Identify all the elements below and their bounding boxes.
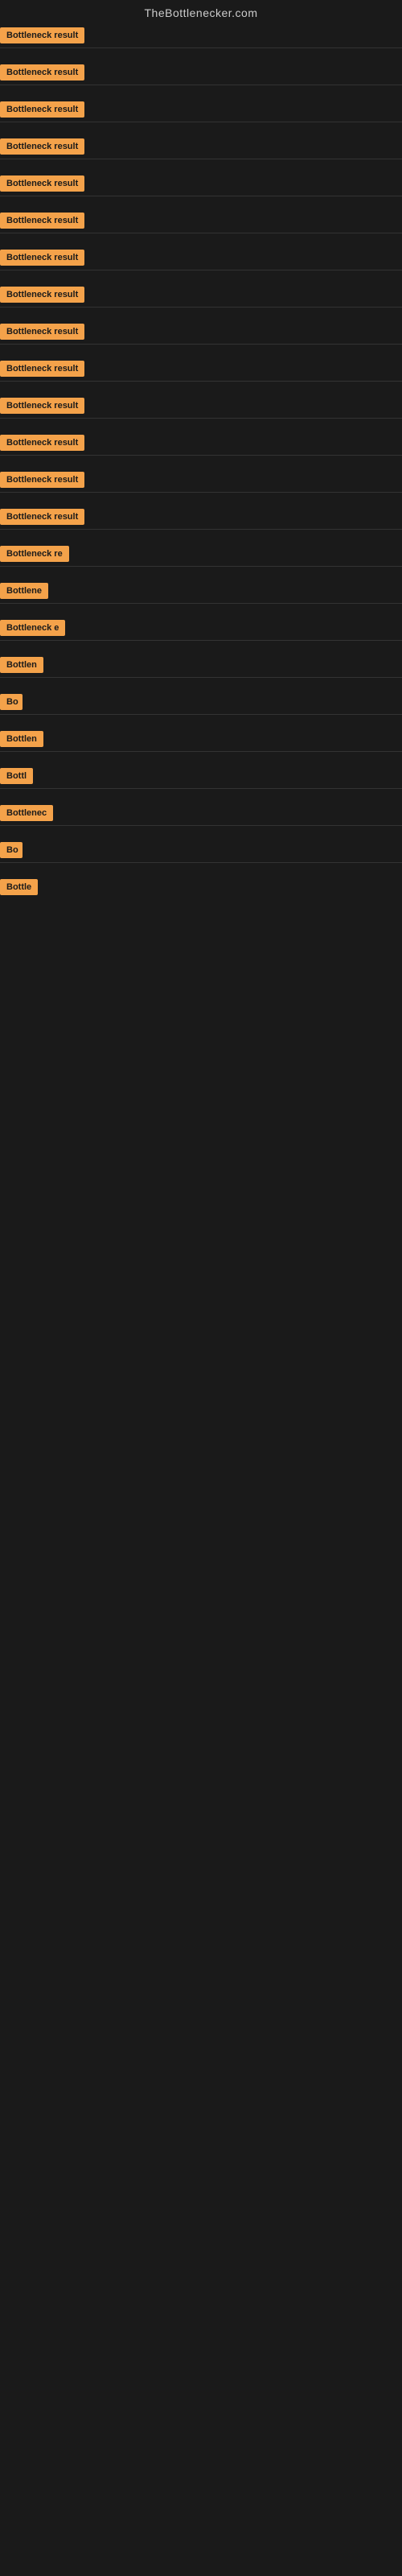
divider bbox=[0, 344, 402, 345]
list-item: Bo bbox=[0, 689, 402, 726]
bottleneck-result-badge[interactable]: Bo bbox=[0, 842, 23, 858]
bottleneck-result-badge[interactable]: Bottleneck e bbox=[0, 620, 65, 636]
list-item: Bottleneck result bbox=[0, 171, 402, 208]
items-container: Bottleneck result Bottleneck result Bottle… bbox=[0, 23, 402, 910]
list-item: Bottleneck result bbox=[0, 282, 402, 319]
list-item: Bottlene bbox=[0, 578, 402, 615]
list-item: Bottle bbox=[0, 874, 402, 910]
bottleneck-result-badge[interactable]: Bottleneck result bbox=[0, 138, 84, 155]
list-item: Bottleneck result bbox=[0, 134, 402, 171]
bottleneck-result-badge[interactable]: Bottleneck result bbox=[0, 398, 84, 414]
divider bbox=[0, 455, 402, 456]
divider bbox=[0, 566, 402, 567]
divider bbox=[0, 529, 402, 530]
list-item: Bottleneck result bbox=[0, 356, 402, 393]
bottleneck-result-badge[interactable]: Bottleneck result bbox=[0, 472, 84, 488]
divider bbox=[0, 418, 402, 419]
page-wrapper: TheBottlenecker.com Bottleneck resultBot… bbox=[0, 0, 402, 910]
bottleneck-result-badge[interactable]: Bottleneck result bbox=[0, 213, 84, 229]
list-item: Bo bbox=[0, 837, 402, 874]
bottleneck-result-badge[interactable]: Bottleneck result bbox=[0, 509, 84, 525]
bottleneck-result-badge[interactable]: Bottleneck result bbox=[0, 27, 84, 43]
list-item: Bottleneck result bbox=[0, 245, 402, 282]
bottleneck-result-badge[interactable]: Bottleneck result bbox=[0, 324, 84, 340]
list-item: Bottleneck result bbox=[0, 60, 402, 97]
divider bbox=[0, 492, 402, 493]
bottleneck-result-badge[interactable]: Bottleneck result bbox=[0, 287, 84, 303]
bottleneck-result-badge[interactable]: Bottleneck result bbox=[0, 175, 84, 192]
list-item: Bottleneck result bbox=[0, 504, 402, 541]
bottleneck-result-badge[interactable]: Bottleneck re bbox=[0, 546, 69, 562]
bottleneck-result-badge[interactable]: Bottleneck result bbox=[0, 435, 84, 451]
list-item: Bottl bbox=[0, 763, 402, 800]
divider bbox=[0, 862, 402, 863]
bottleneck-result-badge[interactable]: Bottle bbox=[0, 879, 38, 895]
bottleneck-result-badge[interactable]: Bottlen bbox=[0, 731, 43, 747]
divider bbox=[0, 47, 402, 48]
list-item: Bottleneck result bbox=[0, 319, 402, 356]
list-item: Bottleneck result bbox=[0, 97, 402, 134]
list-item: Bottlen bbox=[0, 726, 402, 763]
bottleneck-result-badge[interactable]: Bo bbox=[0, 694, 23, 710]
bottleneck-result-badge[interactable]: Bottl bbox=[0, 768, 33, 784]
bottleneck-result-badge[interactable]: Bottlenec bbox=[0, 805, 53, 821]
bottleneck-result-badge[interactable]: Bottlene bbox=[0, 583, 48, 599]
list-item: Bottleneck result bbox=[0, 467, 402, 504]
bottleneck-result-badge[interactable]: Bottleneck result bbox=[0, 64, 84, 80]
list-item: Bottleneck result bbox=[0, 430, 402, 467]
bottleneck-result-badge[interactable]: Bottleneck result bbox=[0, 250, 84, 266]
site-title: TheBottlenecker.com bbox=[0, 0, 402, 23]
divider bbox=[0, 381, 402, 382]
divider bbox=[0, 751, 402, 752]
divider bbox=[0, 825, 402, 826]
list-item: Bottleneck result bbox=[0, 23, 402, 60]
bottleneck-result-badge[interactable]: Bottleneck result bbox=[0, 101, 84, 118]
divider bbox=[0, 788, 402, 789]
bottleneck-result-badge[interactable]: Bottlen bbox=[0, 657, 43, 673]
list-item: Bottlenec bbox=[0, 800, 402, 837]
list-item: Bottleneck e bbox=[0, 615, 402, 652]
list-item: Bottleneck result bbox=[0, 393, 402, 430]
divider bbox=[0, 640, 402, 641]
list-item: Bottleneck re bbox=[0, 541, 402, 578]
divider bbox=[0, 677, 402, 678]
list-item: Bottlen bbox=[0, 652, 402, 689]
divider bbox=[0, 714, 402, 715]
divider bbox=[0, 307, 402, 308]
divider bbox=[0, 603, 402, 604]
bottleneck-result-badge[interactable]: Bottleneck result bbox=[0, 361, 84, 377]
list-item: Bottleneck result bbox=[0, 208, 402, 245]
